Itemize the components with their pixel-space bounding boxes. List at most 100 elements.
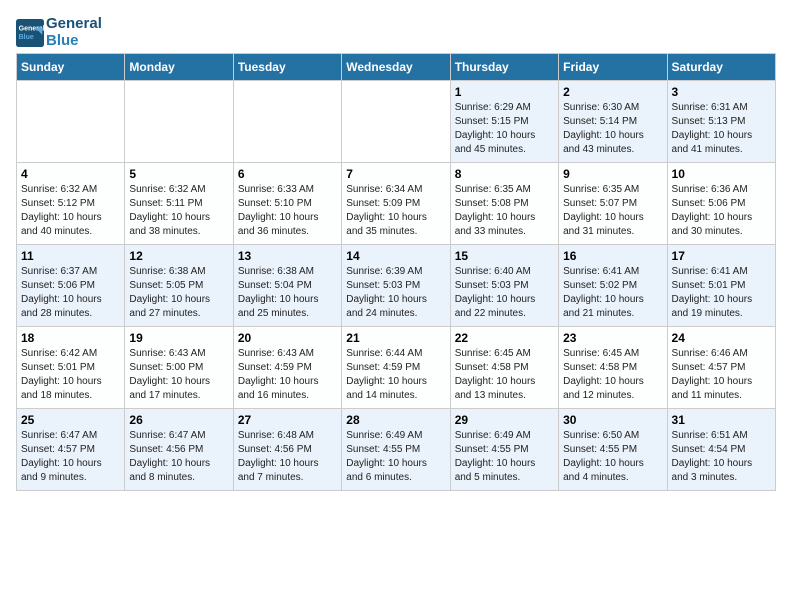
calendar-cell: 24 Sunrise: 6:46 AMSunset: 4:57 PMDayligh… xyxy=(667,327,775,409)
day-detail: Sunrise: 6:38 AMSunset: 5:04 PMDaylight:… xyxy=(238,265,337,321)
calendar-cell: 17Sunrise: 6:41 AMSunset: 5:01 PMDayligh… xyxy=(667,245,775,327)
calendar-cell: 5 Sunrise: 6:32 AMSunset: 5:11 PMDaylight… xyxy=(125,163,233,245)
day-number: 30 xyxy=(563,413,662,427)
calendar-cell: 2 Sunrise: 6:30 AMSunset: 5:14 PMDaylight… xyxy=(559,81,667,163)
calendar-cell: 21 Sunrise: 6:44 AMSunset: 4:59 PMDayligh… xyxy=(342,327,450,409)
day-number: 7 xyxy=(346,167,445,181)
calendar-cell: 29 Sunrise: 6:49 AMSunset: 4:55 PMDayligh… xyxy=(450,409,558,491)
day-detail: Sunrise: 6:41 AMSunset: 5:02 PMDaylight:… xyxy=(563,265,662,321)
day-number: 17 xyxy=(672,249,771,263)
day-number: 15 xyxy=(455,249,554,263)
day-number: 4 xyxy=(21,167,120,181)
calendar-cell: 7 Sunrise: 6:34 AMSunset: 5:09 PMDaylight… xyxy=(342,163,450,245)
calendar-cell: 30 Sunrise: 6:50 AMSunset: 4:55 PMDayligh… xyxy=(559,409,667,491)
col-header-sunday: Sunday xyxy=(17,54,125,81)
day-detail: Sunrise: 6:49 AMSunset: 4:55 PMDaylight:… xyxy=(455,429,554,485)
day-number: 26 xyxy=(129,413,228,427)
day-detail: Sunrise: 6:42 AMSunset: 5:01 PMDaylight:… xyxy=(21,347,120,403)
day-number: 13 xyxy=(238,249,337,263)
calendar-cell: 12 Sunrise: 6:38 AMSunset: 5:05 PMDayligh… xyxy=(125,245,233,327)
calendar-cell: 13 Sunrise: 6:38 AMSunset: 5:04 PMDayligh… xyxy=(233,245,341,327)
day-number: 10 xyxy=(672,167,771,181)
day-detail: Sunrise: 6:45 AMSunset: 4:58 PMDaylight:… xyxy=(455,347,554,403)
day-detail: Sunrise: 6:34 AMSunset: 5:09 PMDaylight:… xyxy=(346,183,445,239)
calendar-cell xyxy=(17,81,125,163)
logo-text: General Blue xyxy=(46,16,102,49)
day-detail: Sunrise: 6:49 AMSunset: 4:55 PMDaylight:… xyxy=(346,429,445,485)
day-detail: Sunrise: 6:39 AMSunset: 5:03 PMDaylight:… xyxy=(346,265,445,321)
day-detail: Sunrise: 6:33 AMSunset: 5:10 PMDaylight:… xyxy=(238,183,337,239)
calendar-cell: 22 Sunrise: 6:45 AMSunset: 4:58 PMDayligh… xyxy=(450,327,558,409)
day-number: 27 xyxy=(238,413,337,427)
calendar-cell: 14 Sunrise: 6:39 AMSunset: 5:03 PMDayligh… xyxy=(342,245,450,327)
day-detail: Sunrise: 6:43 AMSunset: 4:59 PMDaylight:… xyxy=(238,347,337,403)
day-detail: Sunrise: 6:37 AMSunset: 5:06 PMDaylight:… xyxy=(21,265,120,321)
day-number: 3 xyxy=(672,85,771,99)
calendar-cell: 15 Sunrise: 6:40 AMSunset: 5:03 PMDayligh… xyxy=(450,245,558,327)
day-detail: Sunrise: 6:47 AMSunset: 4:57 PMDaylight:… xyxy=(21,429,120,485)
day-detail: Sunrise: 6:38 AMSunset: 5:05 PMDaylight:… xyxy=(129,265,228,321)
day-detail: Sunrise: 6:32 AMSunset: 5:12 PMDaylight:… xyxy=(21,183,120,239)
header: General Blue General Blue xyxy=(16,16,776,49)
day-number: 25 xyxy=(21,413,120,427)
day-detail: Sunrise: 6:45 AMSunset: 4:58 PMDaylight:… xyxy=(563,347,662,403)
day-number: 16 xyxy=(563,249,662,263)
calendar-cell: 27 Sunrise: 6:48 AMSunset: 4:56 PMDayligh… xyxy=(233,409,341,491)
day-number: 9 xyxy=(563,167,662,181)
day-detail: Sunrise: 6:29 AMSunset: 5:15 PMDaylight:… xyxy=(455,101,554,157)
day-number: 6 xyxy=(238,167,337,181)
day-detail: Sunrise: 6:36 AMSunset: 5:06 PMDaylight:… xyxy=(672,183,771,239)
col-header-friday: Friday xyxy=(559,54,667,81)
day-number: 19 xyxy=(129,331,228,345)
col-header-tuesday: Tuesday xyxy=(233,54,341,81)
day-number: 8 xyxy=(455,167,554,181)
day-number: 14 xyxy=(346,249,445,263)
day-detail: Sunrise: 6:30 AMSunset: 5:14 PMDaylight:… xyxy=(563,101,662,157)
col-header-monday: Monday xyxy=(125,54,233,81)
day-number: 24 xyxy=(672,331,771,345)
calendar-cell: 8 Sunrise: 6:35 AMSunset: 5:08 PMDaylight… xyxy=(450,163,558,245)
day-number: 2 xyxy=(563,85,662,99)
calendar-cell: 1 Sunrise: 6:29 AMSunset: 5:15 PMDaylight… xyxy=(450,81,558,163)
svg-text:Blue: Blue xyxy=(19,34,34,41)
day-detail: Sunrise: 6:44 AMSunset: 4:59 PMDaylight:… xyxy=(346,347,445,403)
day-number: 21 xyxy=(346,331,445,345)
calendar-cell: 18 Sunrise: 6:42 AMSunset: 5:01 PMDayligh… xyxy=(17,327,125,409)
calendar-cell: 10 Sunrise: 6:36 AMSunset: 5:06 PMDayligh… xyxy=(667,163,775,245)
calendar-table: SundayMondayTuesdayWednesdayThursdayFrid… xyxy=(16,53,776,491)
day-detail: Sunrise: 6:50 AMSunset: 4:55 PMDaylight:… xyxy=(563,429,662,485)
calendar-cell: 9 Sunrise: 6:35 AMSunset: 5:07 PMDaylight… xyxy=(559,163,667,245)
day-number: 12 xyxy=(129,249,228,263)
day-detail: Sunrise: 6:40 AMSunset: 5:03 PMDaylight:… xyxy=(455,265,554,321)
day-detail: Sunrise: 6:46 AMSunset: 4:57 PMDaylight:… xyxy=(672,347,771,403)
calendar-cell: 3 Sunrise: 6:31 AMSunset: 5:13 PMDaylight… xyxy=(667,81,775,163)
day-detail: Sunrise: 6:51 AMSunset: 4:54 PMDaylight:… xyxy=(672,429,771,485)
day-detail: Sunrise: 6:32 AMSunset: 5:11 PMDaylight:… xyxy=(129,183,228,239)
calendar-cell xyxy=(342,81,450,163)
day-detail: Sunrise: 6:35 AMSunset: 5:07 PMDaylight:… xyxy=(563,183,662,239)
calendar-cell: 26Sunrise: 6:47 AMSunset: 4:56 PMDayligh… xyxy=(125,409,233,491)
calendar-cell xyxy=(233,81,341,163)
col-header-wednesday: Wednesday xyxy=(342,54,450,81)
calendar-cell: 20Sunrise: 6:43 AMSunset: 4:59 PMDayligh… xyxy=(233,327,341,409)
logo-icon: General Blue xyxy=(16,19,44,47)
day-number: 1 xyxy=(455,85,554,99)
day-number: 22 xyxy=(455,331,554,345)
day-number: 5 xyxy=(129,167,228,181)
day-detail: Sunrise: 6:48 AMSunset: 4:56 PMDaylight:… xyxy=(238,429,337,485)
calendar-cell: 23Sunrise: 6:45 AMSunset: 4:58 PMDayligh… xyxy=(559,327,667,409)
calendar-cell xyxy=(125,81,233,163)
calendar-cell: 19 Sunrise: 6:43 AMSunset: 5:00 PMDayligh… xyxy=(125,327,233,409)
calendar-cell: 31 Sunrise: 6:51 AMSunset: 4:54 PMDayligh… xyxy=(667,409,775,491)
day-number: 29 xyxy=(455,413,554,427)
calendar-cell: 28Sunrise: 6:49 AMSunset: 4:55 PMDayligh… xyxy=(342,409,450,491)
day-number: 18 xyxy=(21,331,120,345)
calendar-cell: 6 Sunrise: 6:33 AMSunset: 5:10 PMDaylight… xyxy=(233,163,341,245)
day-number: 11 xyxy=(21,249,120,263)
day-detail: Sunrise: 6:43 AMSunset: 5:00 PMDaylight:… xyxy=(129,347,228,403)
day-number: 31 xyxy=(672,413,771,427)
calendar-cell: 16 Sunrise: 6:41 AMSunset: 5:02 PMDayligh… xyxy=(559,245,667,327)
calendar-cell: 11 Sunrise: 6:37 AMSunset: 5:06 PMDayligh… xyxy=(17,245,125,327)
day-detail: Sunrise: 6:31 AMSunset: 5:13 PMDaylight:… xyxy=(672,101,771,157)
day-detail: Sunrise: 6:35 AMSunset: 5:08 PMDaylight:… xyxy=(455,183,554,239)
